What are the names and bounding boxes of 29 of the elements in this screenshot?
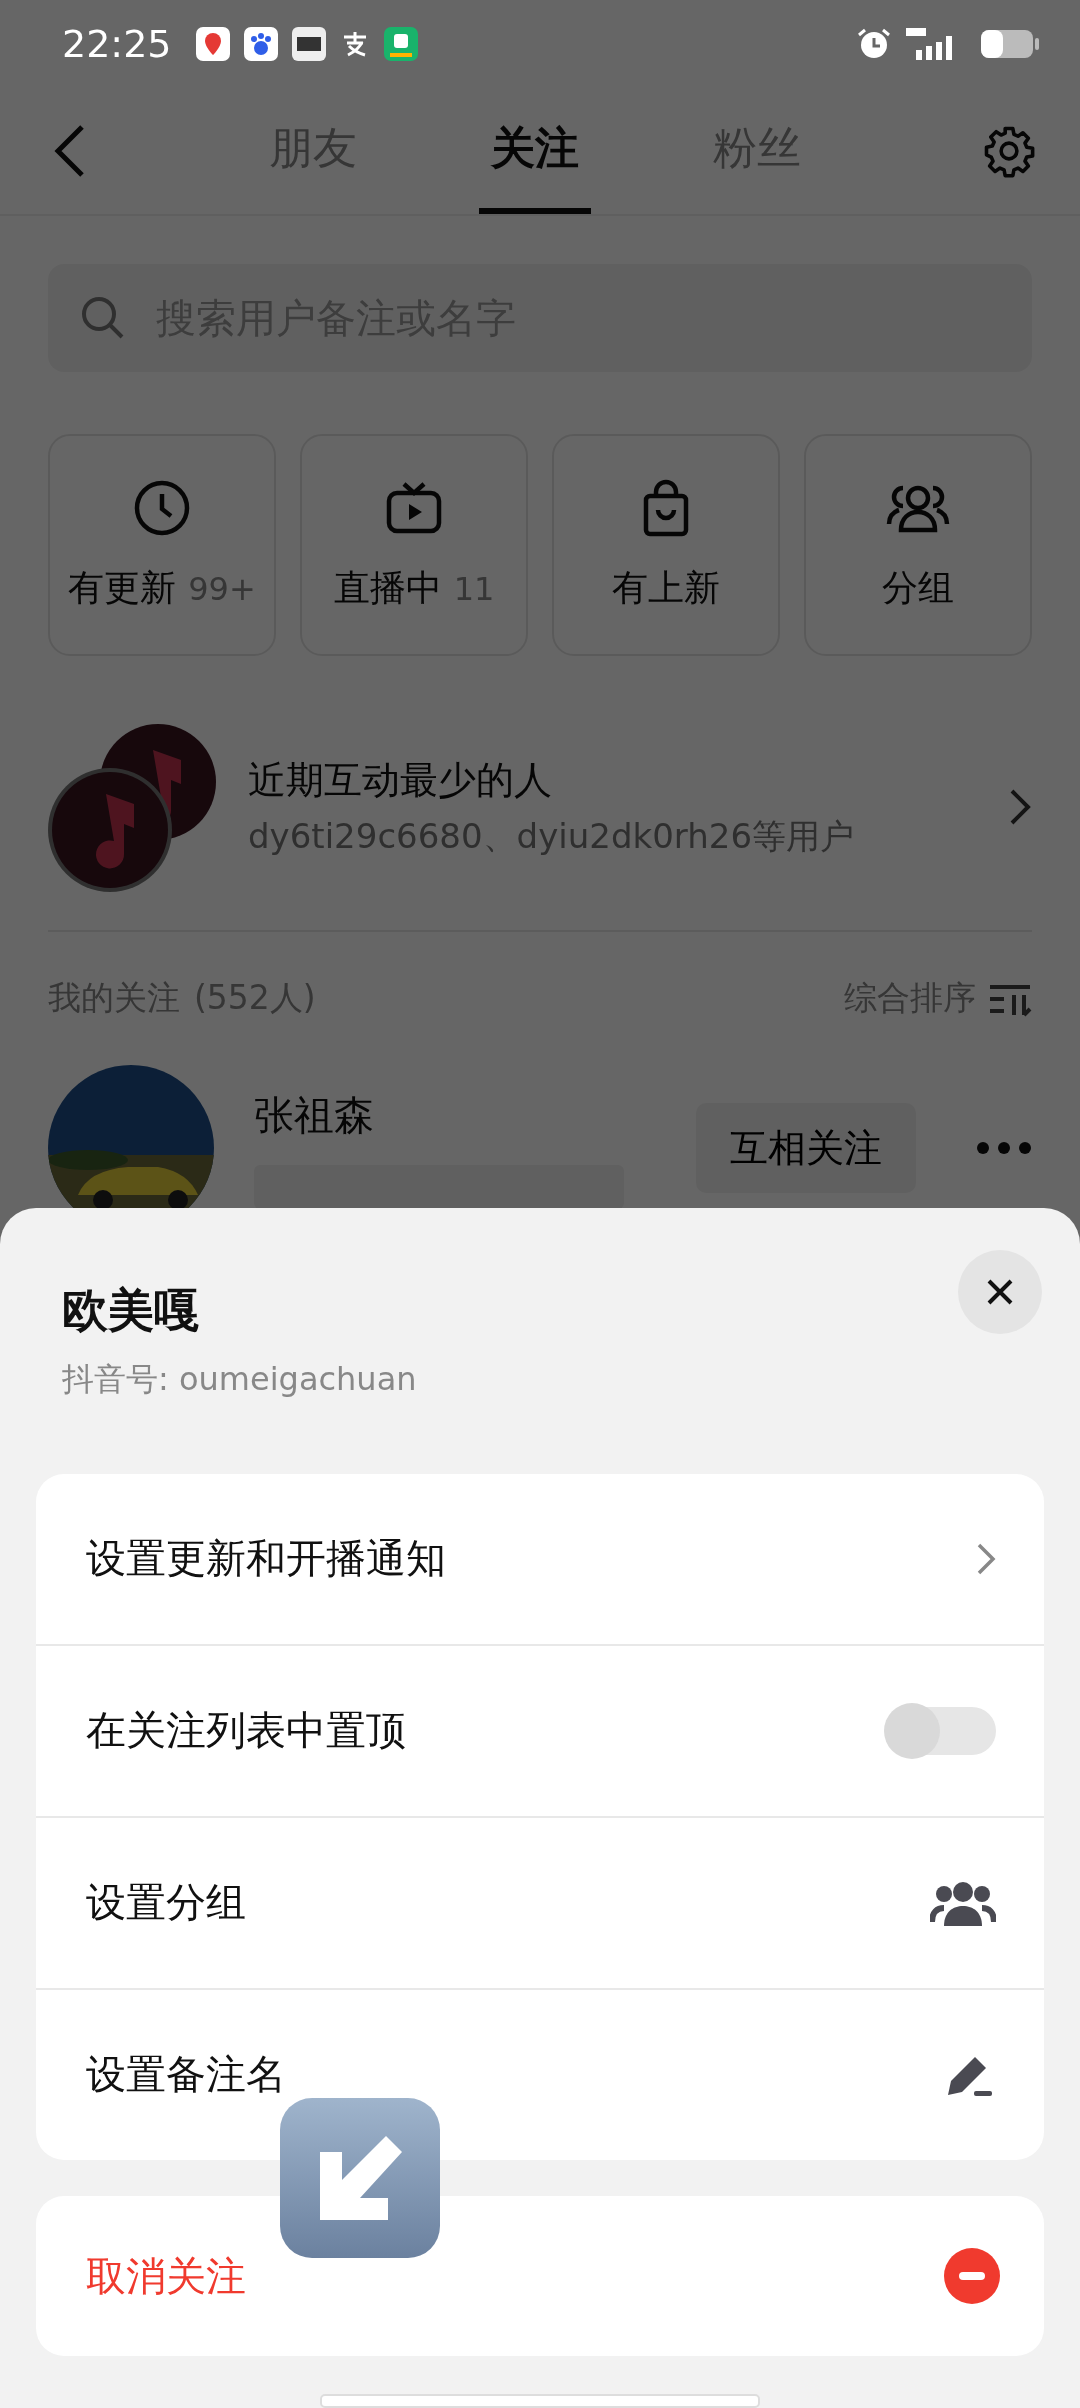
- option-label: 设置更新和开播通知: [86, 1534, 446, 1584]
- minus-circle-icon: [944, 2248, 1000, 2305]
- close-icon: [986, 1278, 1014, 1306]
- map-pin-app-icon: [195, 27, 230, 61]
- option-row[interactable]: 在关注列表中置顶: [36, 1645, 1044, 1818]
- option-label: 设置分组: [86, 1878, 246, 1928]
- battery-icon: [980, 27, 1040, 61]
- chevron-right-icon: [1008, 787, 1032, 827]
- option-row[interactable]: 设置备注名: [36, 1989, 1044, 2160]
- filter-card[interactable]: 有上新: [552, 434, 780, 656]
- option-label: 在关注列表中置顶: [86, 1706, 406, 1756]
- option-label: 设置备注名: [86, 2050, 286, 2100]
- mutual-follow-button[interactable]: 互相关注: [696, 1103, 916, 1193]
- paw-app-icon: [243, 27, 278, 61]
- option-row[interactable]: 设置分组: [36, 1817, 1044, 1990]
- option-row[interactable]: 设置更新和开播通知: [36, 1473, 1044, 1646]
- status-time: 22:25: [62, 22, 172, 66]
- news-app-icon: [291, 27, 326, 61]
- unfollow-button[interactable]: 取消关注: [36, 2195, 1044, 2357]
- chevron-right-icon: [976, 1541, 996, 1576]
- more-icon[interactable]: [976, 1141, 1032, 1155]
- user-name: 张祖森: [254, 1090, 375, 1140]
- row-title: 近期互动最少的人: [248, 756, 553, 804]
- filter-card[interactable]: 分组: [804, 434, 1032, 656]
- sheet-title: 欧美嘎: [62, 1282, 201, 1339]
- tab[interactable]: 关注: [479, 88, 591, 214]
- account-id: 抖音号: oumeigachuan: [62, 1359, 418, 1400]
- square-app-icon: [383, 27, 418, 61]
- settings-icon[interactable]: [982, 124, 1036, 178]
